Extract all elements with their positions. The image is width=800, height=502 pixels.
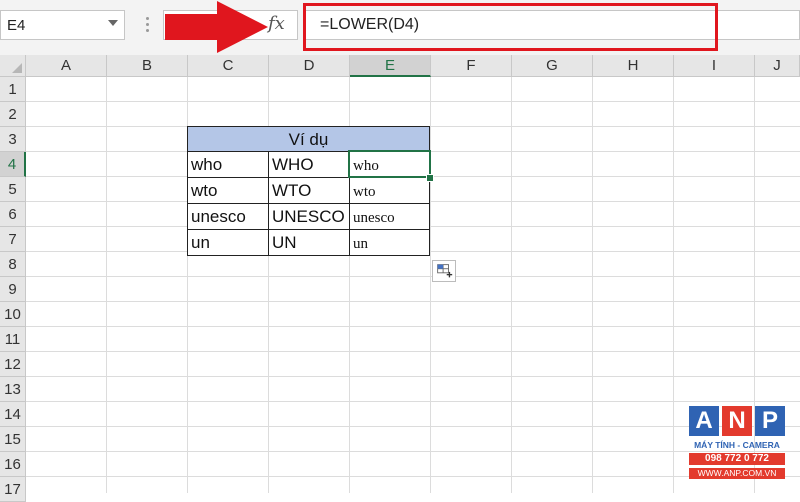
column-header-f[interactable]: F (431, 55, 512, 77)
annotation-arrow-icon (165, 1, 268, 53)
table-cell-text: WTO (272, 181, 312, 200)
logo-letter-a: A (689, 406, 719, 436)
row-header-17[interactable]: 17 (0, 477, 26, 502)
table-cell[interactable]: UN (268, 229, 350, 256)
drag-handle-icon[interactable] (146, 17, 149, 33)
row-header-6[interactable]: 6 (0, 202, 26, 227)
logo-letter-p: P (755, 406, 785, 436)
fill-handle[interactable] (426, 174, 434, 182)
table-cell-text: un (353, 236, 368, 252)
anp-logo: A N P MÁY TÍNH - CAMERA 098 772 0 772 WW… (689, 406, 785, 484)
table-cell-text: wto (191, 181, 218, 200)
table-cell[interactable]: unesco (349, 203, 430, 230)
name-box[interactable]: E4 (0, 10, 125, 40)
table-cell-text: unesco (191, 207, 246, 226)
column-header-c[interactable]: C (188, 55, 269, 77)
table-cell[interactable]: WTO (268, 177, 350, 204)
column-header-d[interactable]: D (269, 55, 350, 77)
table-header-label: Ví dụ (288, 130, 329, 149)
name-box-value: E4 (7, 17, 26, 34)
row-header-1[interactable]: 1 (0, 77, 26, 102)
logo-website: WWW.ANP.COM.VN (689, 468, 785, 479)
table-cell-text: WHO (272, 155, 314, 174)
table-cell[interactable]: un (187, 229, 269, 256)
row-header-12[interactable]: 12 (0, 352, 26, 377)
row-header-8[interactable]: 8 (0, 252, 26, 277)
row-header-3[interactable]: 3 (0, 127, 26, 152)
table-cell-text: UNESCO (272, 207, 345, 226)
column-header-j[interactable]: J (755, 55, 800, 77)
column-header-b[interactable]: B (107, 55, 188, 77)
row-header-14[interactable]: 14 (0, 402, 26, 427)
row-header-4[interactable]: 4 (0, 152, 26, 177)
fx-icon[interactable]: fx (268, 13, 285, 34)
row-header-13[interactable]: 13 (0, 377, 26, 402)
chevron-down-icon[interactable] (108, 20, 118, 26)
column-header-g[interactable]: G (512, 55, 593, 77)
column-header-a[interactable]: A (26, 55, 107, 77)
table-cell[interactable]: un (349, 229, 430, 256)
row-header-15[interactable]: 15 (0, 427, 26, 452)
table-cell[interactable]: wto (349, 177, 430, 204)
table-cell[interactable]: unesco (187, 203, 269, 230)
logo-letter-n: N (722, 406, 752, 436)
formula-bar-area: E4 fx =LOWER(D4) (0, 0, 800, 55)
column-header-i[interactable]: I (674, 55, 755, 77)
row-header-7[interactable]: 7 (0, 227, 26, 252)
table-cell-text: UN (272, 233, 297, 252)
table-cell-text: un (191, 233, 210, 252)
table-cell-text: unesco (353, 210, 395, 226)
table-cell[interactable]: who (187, 151, 269, 178)
column-header-e[interactable]: E (350, 55, 431, 77)
row-header-5[interactable]: 5 (0, 177, 26, 202)
select-all-corner[interactable] (0, 55, 26, 77)
table-cell[interactable]: wto (187, 177, 269, 204)
row-header-10[interactable]: 10 (0, 302, 26, 327)
table-cell-text: wto (353, 184, 376, 200)
quick-analysis-icon[interactable] (432, 260, 456, 282)
active-cell-selection[interactable] (348, 150, 431, 178)
row-header-9[interactable]: 9 (0, 277, 26, 302)
logo-phone: 098 772 0 772 (689, 453, 785, 465)
table-cell-text: who (191, 155, 223, 174)
row-header-11[interactable]: 11 (0, 327, 26, 352)
logo-tagline: MÁY TÍNH - CAMERA (694, 440, 780, 450)
table-cell[interactable]: WHO (268, 151, 350, 178)
table-cell[interactable]: UNESCO (268, 203, 350, 230)
table-header-cell[interactable]: Ví dụ (187, 126, 430, 152)
annotation-highlight-box (303, 3, 718, 51)
column-header-h[interactable]: H (593, 55, 674, 77)
row-header-16[interactable]: 16 (0, 452, 26, 477)
row-header-2[interactable]: 2 (0, 102, 26, 127)
